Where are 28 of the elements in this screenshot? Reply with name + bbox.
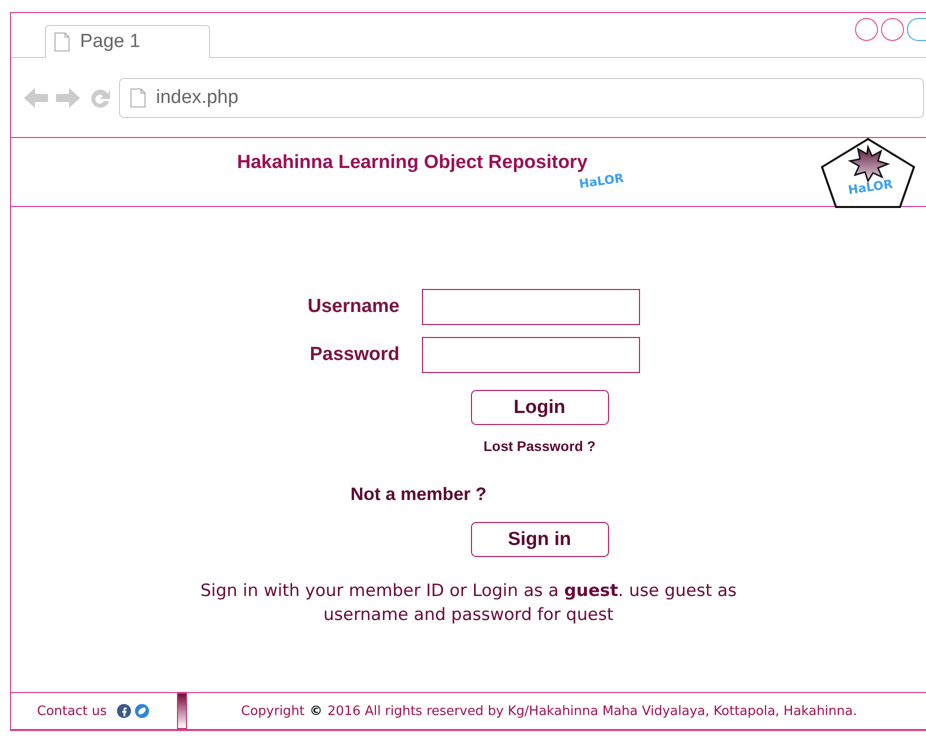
copyright-text: 2016 All rights reserved by Kg/Hakahinna Maha Vidyalaya, Kottapola, Hakahinna. xyxy=(328,704,857,718)
site-tagline: HaLOR xyxy=(578,170,624,192)
input-field[interactable] xyxy=(422,337,640,373)
window-control-icon[interactable] xyxy=(881,18,904,41)
contact-link[interactable]: Contact us xyxy=(37,704,107,718)
login-button[interactable]: Login xyxy=(470,390,608,425)
tab-label: Page 1 xyxy=(80,31,140,53)
page-icon xyxy=(130,88,146,108)
lost-password-link[interactable]: Lost Password ? xyxy=(483,438,596,454)
field-label: Password xyxy=(310,344,400,366)
window-control-icon[interactable] xyxy=(855,18,878,41)
not-member-text: Not a member ? xyxy=(350,484,487,505)
url-text: index.php xyxy=(156,86,238,108)
page-icon xyxy=(54,32,70,52)
input-field[interactable] xyxy=(422,289,640,325)
address-bar[interactable]: index.php xyxy=(119,78,924,118)
field-label: Username xyxy=(308,296,400,318)
chat-icon[interactable] xyxy=(134,704,149,718)
star-pentagon-icon xyxy=(820,137,916,209)
copyright-label: Copyright xyxy=(241,704,305,718)
browser-tab[interactable]: Page 1 xyxy=(45,25,210,58)
facebook-icon[interactable] xyxy=(116,704,131,718)
sign-in-button[interactable]: Sign in xyxy=(470,522,608,557)
sign-in-note: Sign in with your member ID or Login as a guest. use guest as username and password for quest xyxy=(199,580,738,627)
logo-label: HaLOR xyxy=(847,176,894,198)
site-title: Hakahinna Learning Object Repository xyxy=(237,152,588,174)
window-control-icon[interactable] xyxy=(907,18,926,41)
copyright-symbol: © xyxy=(310,704,323,718)
